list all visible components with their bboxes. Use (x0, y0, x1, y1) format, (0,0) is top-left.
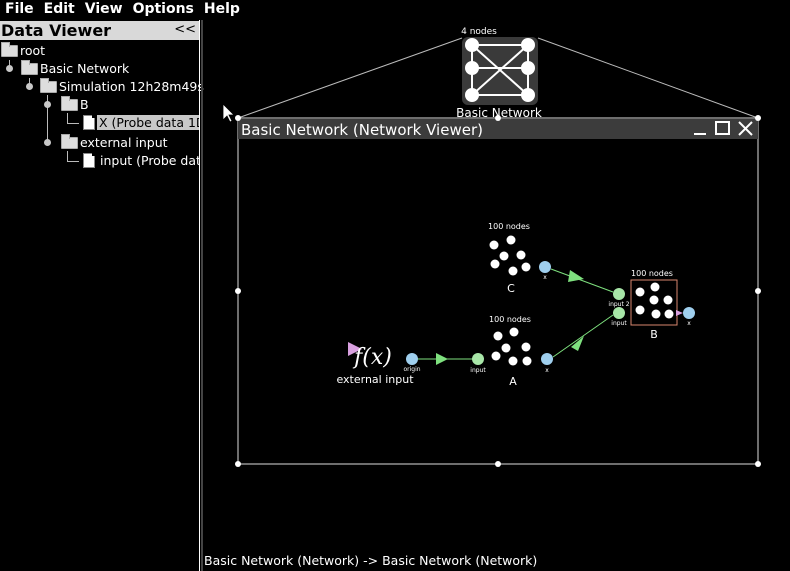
data-viewer-panel: Data Viewer << root Basic Network Simula… (0, 21, 204, 571)
folder-icon (21, 60, 38, 75)
tree-item-external-input[interactable]: external input (0, 134, 200, 152)
data-viewer-header: Data Viewer << (0, 21, 200, 40)
tree-item-simulation[interactable]: Simulation 12h28m49s (0, 78, 204, 96)
ensemble-b[interactable]: 100 nodes B input 2 input x (608, 269, 695, 341)
tree-item-label: input (Probe data (100, 153, 200, 168)
tree-item-label: Simulation 12h28m49s (59, 79, 204, 94)
panel-border (199, 20, 200, 571)
viewer-title: Basic Network (Network Viewer) (241, 121, 483, 139)
ensemble-a-port-label: x (545, 367, 549, 374)
tree-item-input-probe[interactable]: input (Probe data (0, 152, 200, 170)
ensemble-a[interactable]: 100 nodes A input x (470, 315, 553, 388)
ensemble-a-input-port[interactable] (472, 353, 484, 365)
tree-item-b[interactable]: B (0, 96, 200, 114)
projection-ext-to-a[interactable] (418, 353, 472, 365)
probe-marker-icon (676, 310, 683, 316)
ensemble-c-origin-port[interactable] (539, 261, 551, 273)
expand-handle-icon[interactable] (44, 139, 51, 146)
network-viewer-window[interactable]: Basic Network (Network Viewer) (235, 115, 761, 467)
ensemble-a-neurons (491, 327, 532, 366)
ensemble-b-input-label: input (611, 320, 627, 327)
ensemble-b-name: B (650, 328, 658, 341)
resize-handles[interactable] (235, 115, 761, 467)
tree-item-label: X (Probe data 1D (97, 115, 200, 130)
folder-icon (61, 96, 78, 111)
tree-item-label: B (80, 97, 89, 112)
tree-item-label: root (20, 43, 46, 58)
ensemble-b-input-port[interactable] (613, 307, 625, 319)
ensemble-b-port-label: x (687, 320, 691, 327)
tree-item-root[interactable]: root (0, 42, 200, 60)
status-bar: Basic Network (Network) -> Basic Network… (204, 553, 538, 568)
function-input-node[interactable]: f(x) external input origin (336, 342, 421, 386)
expand-handle-icon[interactable] (6, 65, 13, 72)
ensemble-a-name: A (509, 375, 517, 388)
expand-handle-icon[interactable] (26, 83, 33, 90)
ensemble-b-origin-port[interactable] (683, 307, 695, 319)
tree-item-label: Basic Network (40, 61, 130, 76)
ensemble-b-neurons (635, 282, 674, 319)
ensemble-c[interactable]: 100 nodes C x (488, 222, 551, 295)
menu-edit[interactable]: Edit (39, 0, 80, 20)
viewer-frame (237, 117, 759, 465)
data-viewer-title: Data Viewer (1, 21, 112, 40)
ensemble-c-port-label: x (543, 274, 547, 281)
function-node-name: external input (336, 373, 414, 386)
mouse-cursor-icon (222, 103, 235, 123)
ensemble-b-input2-label: input 2 (608, 301, 629, 308)
folder-icon (1, 42, 18, 57)
ensemble-a-input-label: input (470, 367, 486, 374)
menu-view[interactable]: View (80, 0, 128, 20)
document-icon (83, 153, 95, 168)
ensemble-a-origin-port[interactable] (541, 353, 553, 365)
folder-icon (61, 134, 78, 149)
ensemble-c-name: C (507, 282, 515, 295)
menu-bar: File Edit View Options Help (0, 0, 790, 20)
projection-c-to-b[interactable] (550, 268, 614, 293)
expand-handle-icon[interactable] (44, 101, 51, 108)
collapse-panel-button[interactable]: << (174, 22, 196, 37)
menu-options[interactable]: Options (128, 0, 199, 20)
projection-a-to-b[interactable] (552, 314, 614, 358)
menu-help[interactable]: Help (199, 0, 245, 20)
zoom-line (237, 37, 463, 119)
ensemble-c-neurons (489, 235, 531, 276)
function-origin-port[interactable] (406, 353, 418, 365)
zoom-line (537, 37, 759, 119)
document-icon (83, 115, 95, 130)
folder-icon (40, 78, 57, 93)
tree-item-label: external input (80, 135, 168, 150)
tree-item-b-probe[interactable]: X (Probe data 1D (0, 114, 200, 132)
network-workspace[interactable]: 4 nodes Basic Network Basic Network (Net… (203, 20, 790, 551)
ensemble-c-count: 100 nodes (488, 222, 530, 231)
function-formula: f(x) (352, 345, 392, 370)
menu-file[interactable]: File (0, 0, 39, 20)
function-port-label: origin (403, 366, 420, 373)
ensemble-b-input2-port[interactable] (613, 288, 625, 300)
top-node-count: 4 nodes (461, 27, 497, 37)
top-network-node[interactable]: 4 nodes Basic Network (456, 27, 542, 120)
ensemble-a-count: 100 nodes (489, 315, 531, 324)
tree-item-basic-network[interactable]: Basic Network (0, 60, 200, 78)
ensemble-b-count: 100 nodes (631, 269, 673, 278)
